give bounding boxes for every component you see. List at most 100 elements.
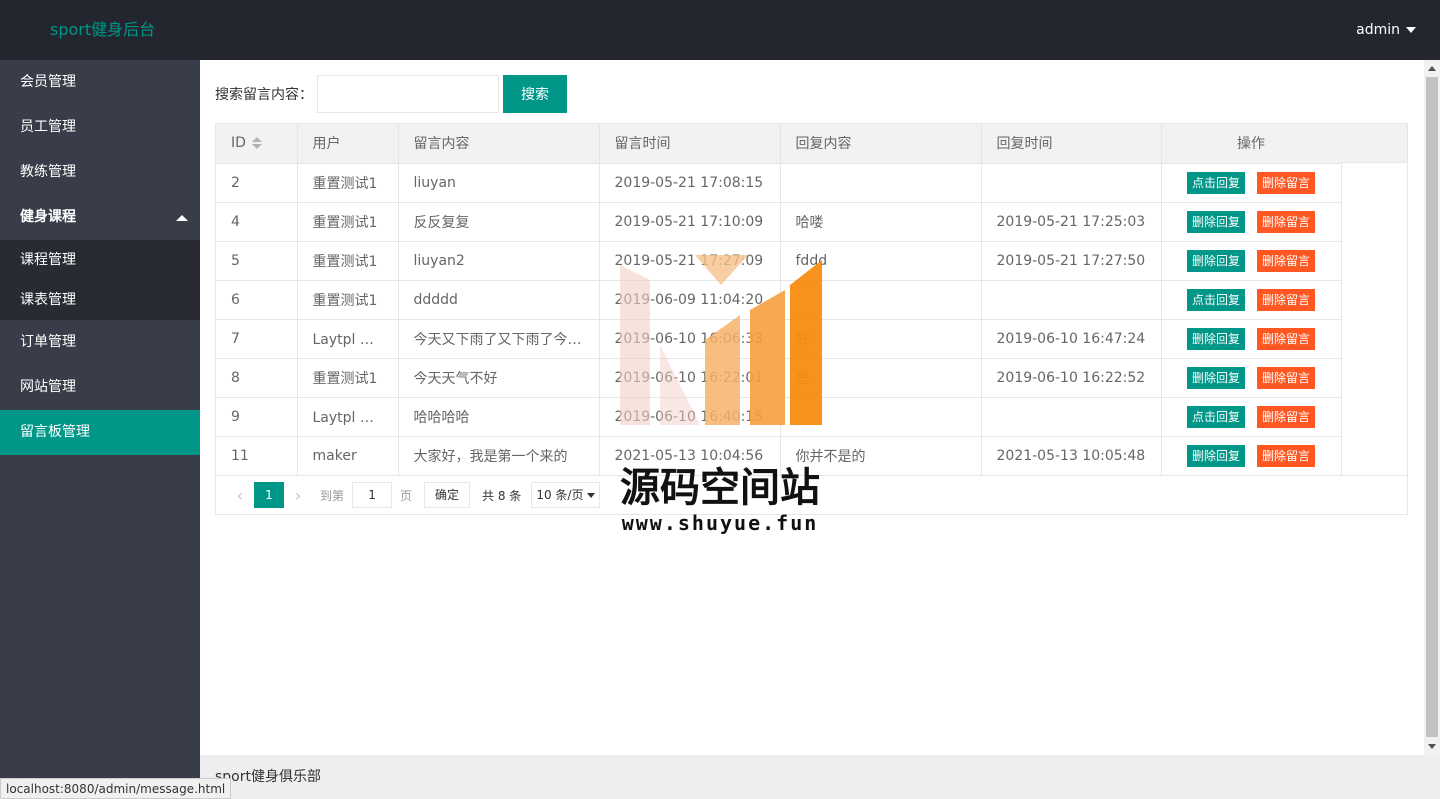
reply-button[interactable]: 点击回复 [1186,405,1245,428]
sidebar-item-messages[interactable]: 留言板管理 [0,410,200,455]
col-header-user: 用户 [297,124,399,164]
cell-time: 2019-06-10 16:40:15 [599,397,781,437]
sidebar-item-website[interactable]: 网站管理 [0,365,200,410]
search-bar: 搜索留言内容： 搜索 [215,75,567,113]
delete-message-button[interactable]: 删除留言 [1257,405,1316,428]
sidebar-item-label: 教练管理 [20,164,76,180]
page-size-select[interactable]: 10 条/页 [531,482,601,508]
cell-content: 反反复复 [398,202,600,242]
sidebar-submenu: 课程管理 课表管理 [0,240,200,320]
page-unit-label: 页 [400,488,413,503]
cell-actions: 删除回复 删除留言 [1161,319,1342,359]
message-table: ID 用户 留言内容 留言时间 回复内容 回复时间 操作 2 重置测试1 liuya… [215,123,1408,515]
cell-reply-time [981,397,1162,437]
delete-message-button[interactable]: 删除留言 [1257,210,1316,233]
pagination: ‹ 1 › 到第 1 页 确定 共 8 条 10 条/页 [216,475,1407,514]
sidebar: 会员管理 员工管理 教练管理 健身课程 课程管理 课表管理 订单管理 网站管理 … [0,60,200,799]
table-row: 7Laytpl Error：SyntaxError今天又下雨了又下雨了今天又下雨… [216,319,1342,359]
current-page[interactable]: 1 [254,482,284,508]
delete-reply-button[interactable]: 删除回复 [1186,327,1245,350]
footer: sport健身俱乐部 [200,755,1440,799]
goto-confirm-button[interactable]: 确定 [424,482,471,508]
sidebar-item-courses[interactable]: 健身课程 [0,195,200,240]
vertical-scrollbar[interactable] [1424,60,1440,755]
cell-id: 9 [216,397,298,437]
delete-reply-button[interactable]: 删除回复 [1186,444,1245,467]
prev-page-icon[interactable]: ‹ [226,486,254,505]
cell-content: ddddd [398,280,600,320]
cell-id: 11 [216,436,298,476]
cell-user: 重置测试1 [297,358,399,398]
delete-reply-button[interactable]: 删除回复 [1186,366,1245,389]
delete-reply-button[interactable]: 删除回复 [1186,210,1245,233]
cell-reply: 是 [780,358,982,398]
table-body: 2 重置测试1 liuyan 2019-05-21 17:08:15 点击回复 删除留言 4… [216,163,1342,476]
col-header-reply-time: 回复时间 [981,124,1162,164]
cell-actions: 删除回复 删除留言 [1161,241,1342,281]
table-header-row: ID 用户 留言内容 留言时间 回复内容 回复时间 操作 [216,124,1342,164]
sidebar-item-label: 网站管理 [20,379,76,395]
total-count: 共 8 条 [482,488,522,503]
goto-label: 到第 [320,488,345,503]
delete-message-button[interactable]: 删除留言 [1257,288,1316,311]
col-header-reply: 回复内容 [780,124,982,164]
sort-icon[interactable] [251,137,262,150]
cell-user: 重置测试1 [297,202,399,242]
delete-message-button[interactable]: 删除留言 [1257,171,1316,194]
cell-user: Laytpl Error：SyntaxError [297,319,399,359]
cell-reply-time: 2019-05-21 17:25:03 [981,202,1162,242]
goto-page-input[interactable]: 1 [352,482,393,508]
col-header-id[interactable]: ID [216,124,298,164]
top-header: sport健身后台 admin [0,0,1440,60]
scroll-thumb[interactable] [1426,77,1438,737]
page-size-value: 10 条/页 [536,488,584,502]
sidebar-item-coaches[interactable]: 教练管理 [0,150,200,195]
cell-id: 5 [216,241,298,281]
cell-id: 2 [216,163,298,203]
next-page-icon[interactable]: › [284,486,312,505]
sidebar-item-members[interactable]: 会员管理 [0,60,200,105]
table-row: 5 重置测试1 liuyan2 2019-05-21 17:27:09 fddd 2019… [216,241,1342,281]
scroll-down-icon[interactable] [1428,744,1436,749]
table-row: 4 重置测试1 反反复复 2019-05-21 17:10:09 哈喽 2019-05-2… [216,202,1342,242]
sidebar-subitem-course-manage[interactable]: 课程管理 [0,240,200,280]
sidebar-item-staff[interactable]: 员工管理 [0,105,200,150]
sidebar-item-label: 订单管理 [20,334,76,350]
cell-actions: 点击回复 删除留言 [1161,280,1342,320]
delete-reply-button[interactable]: 删除回复 [1186,249,1245,272]
cell-id: 4 [216,202,298,242]
col-header-time: 留言时间 [599,124,781,164]
user-menu[interactable]: admin [1356,0,1416,60]
scroll-up-icon[interactable] [1428,66,1436,71]
cell-reply [780,397,982,437]
cell-content: 大家好，我是第一个来的 [398,436,600,476]
cell-time: 2019-06-10 16:06:33 [599,319,781,359]
table-header-filler [1341,124,1407,163]
cell-actions: 删除回复 删除留言 [1161,358,1342,398]
delete-message-button[interactable]: 删除留言 [1257,327,1316,350]
cell-content: 哈哈哈哈 [398,397,600,437]
search-button[interactable]: 搜索 [503,75,567,113]
reply-button[interactable]: 点击回复 [1186,288,1245,311]
main-content: 搜索留言内容： 搜索 ID 用户 留言内容 留言时间 回复内容 回复时间 操作 … [200,60,1424,755]
cell-actions: 删除回复 删除留言 [1161,202,1342,242]
chevron-down-icon[interactable] [1406,27,1416,33]
cell-reply-time [981,280,1162,320]
delete-message-button[interactable]: 删除留言 [1257,444,1316,467]
status-bar-url: localhost:8080/admin/message.html [0,778,232,799]
table-row: 2 重置测试1 liuyan 2019-05-21 17:08:15 点击回复 删除留言 [216,163,1342,203]
user-name[interactable]: admin [1356,0,1400,60]
delete-message-button[interactable]: 删除留言 [1257,249,1316,272]
reply-button[interactable]: 点击回复 [1186,171,1245,194]
cell-actions: 删除回复 删除留言 [1161,436,1342,476]
sidebar-item-label: 健身课程 [20,209,76,225]
cell-content: 今天又下雨了又下雨了今天又下雨了 [398,319,600,359]
cell-reply: 哈喽 [780,202,982,242]
col-header-label: ID [231,135,246,152]
sidebar-subitem-schedule-manage[interactable]: 课表管理 [0,280,200,320]
brand-logo[interactable]: sport健身后台 [50,0,155,60]
search-input[interactable] [317,75,499,113]
cell-id: 7 [216,319,298,359]
sidebar-item-orders[interactable]: 订单管理 [0,320,200,365]
delete-message-button[interactable]: 删除留言 [1257,366,1316,389]
